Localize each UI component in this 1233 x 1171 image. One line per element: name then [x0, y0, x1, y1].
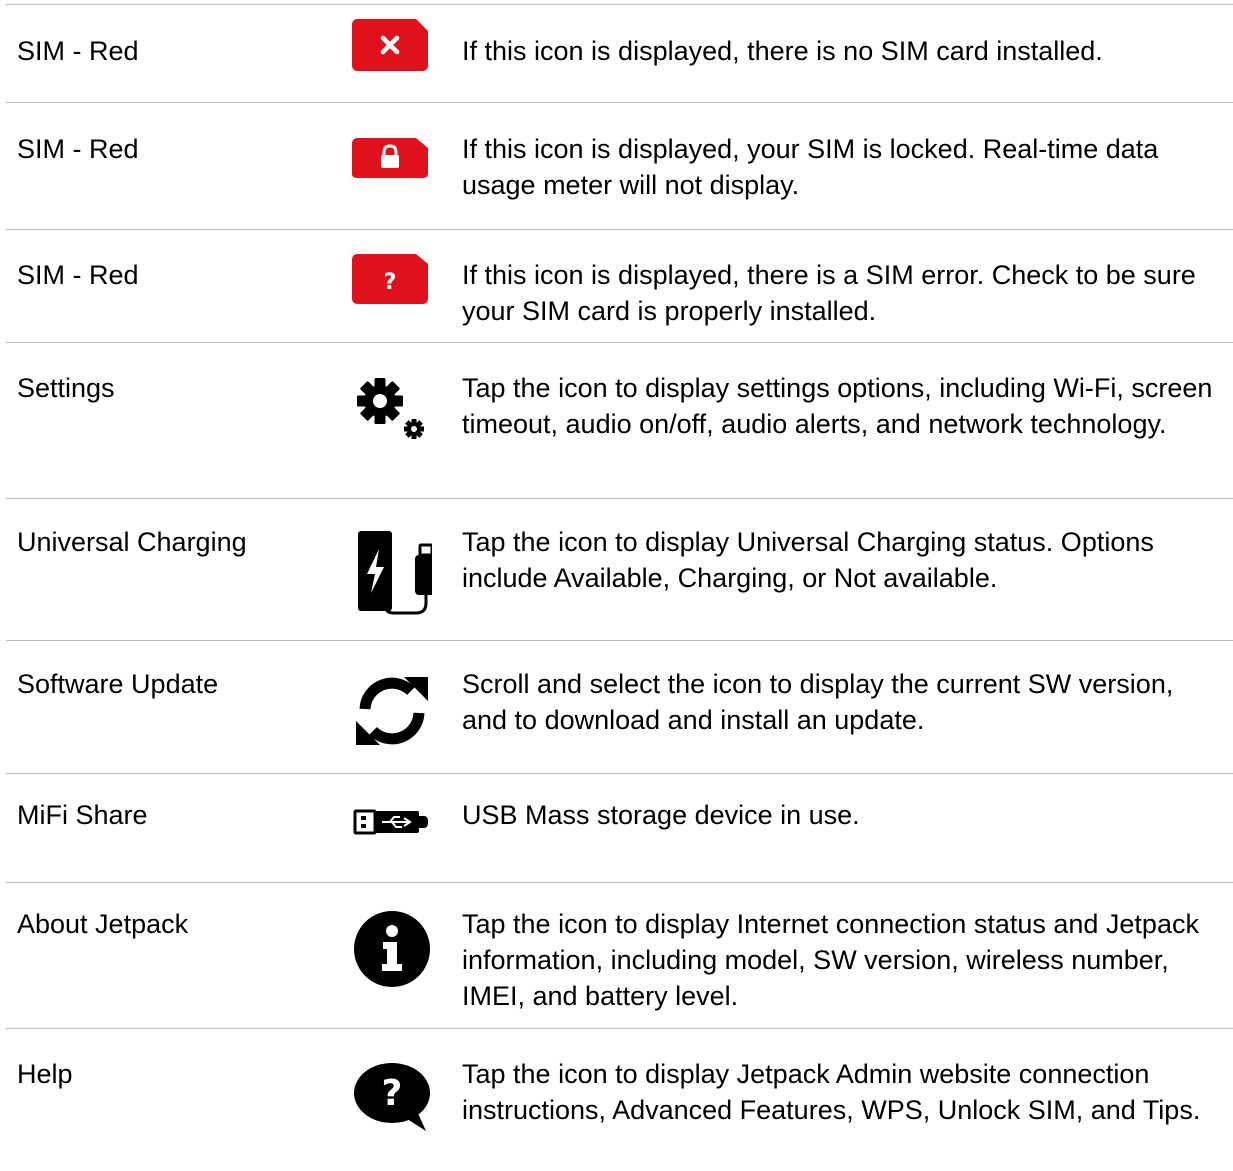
row-description: Tap the icon to display Universal Chargi… [462, 527, 1154, 593]
help-icon: ? [352, 1061, 442, 1151]
sim-locked-icon [352, 136, 442, 226]
row-name: Universal Charging [17, 527, 247, 557]
table-row: Help ? Tap the icon to display Jetpack A… [6, 1028, 1233, 1171]
row-description: If this icon is displayed, your SIM is l… [462, 134, 1159, 200]
sim-error-icon: ? [352, 252, 442, 342]
row-description: If this icon is displayed, there is a SI… [462, 260, 1196, 326]
gear-icon [352, 373, 442, 463]
row-description: USB Mass storage device in use. [462, 800, 860, 830]
table-row: About Jetpack Tap the icon to display In… [6, 882, 1233, 1029]
refresh-icon [352, 671, 442, 761]
row-name: Software Update [17, 669, 219, 699]
svg-text:?: ? [384, 270, 397, 295]
row-name: Help [17, 1059, 73, 1089]
row-name: Settings [17, 373, 115, 403]
row-name: SIM - Red [17, 36, 139, 66]
row-name: About Jetpack [17, 909, 189, 939]
table-row: Software Update Scroll and select the ic… [6, 640, 1233, 774]
table-row: Settings Tap the icon to display setting… [6, 342, 1233, 499]
row-description: Tap the icon to display Internet connect… [462, 909, 1199, 1011]
icon-reference-table: SIM - Red If this icon is displayed, the… [6, 0, 1233, 1170]
table-row: SIM - Red ? If this icon is displayed, t… [6, 229, 1233, 343]
svg-text:?: ? [382, 1073, 403, 1114]
row-name: SIM - Red [17, 134, 139, 164]
table-row: Universal Charging Tap the icon to displ… [6, 498, 1233, 641]
row-description: If this icon is displayed, there is no S… [462, 36, 1103, 66]
info-icon [352, 909, 442, 999]
table-row: MiFi Share USB Mass storage device in us… [6, 773, 1233, 883]
sim-missing-icon [352, 17, 442, 107]
table-row: SIM - Red If this icon is displayed, you… [6, 102, 1233, 230]
row-description: Tap the icon to display settings options… [462, 373, 1213, 439]
row-description: Scroll and select the icon to display th… [462, 669, 1174, 735]
row-name: MiFi Share [17, 800, 148, 830]
table-row: SIM - Red If this icon is displayed, the… [6, 4, 1233, 103]
row-name: SIM - Red [17, 260, 139, 290]
universal-charging-icon [352, 529, 442, 619]
row-description: Tap the icon to display Jetpack Admin we… [462, 1059, 1201, 1125]
